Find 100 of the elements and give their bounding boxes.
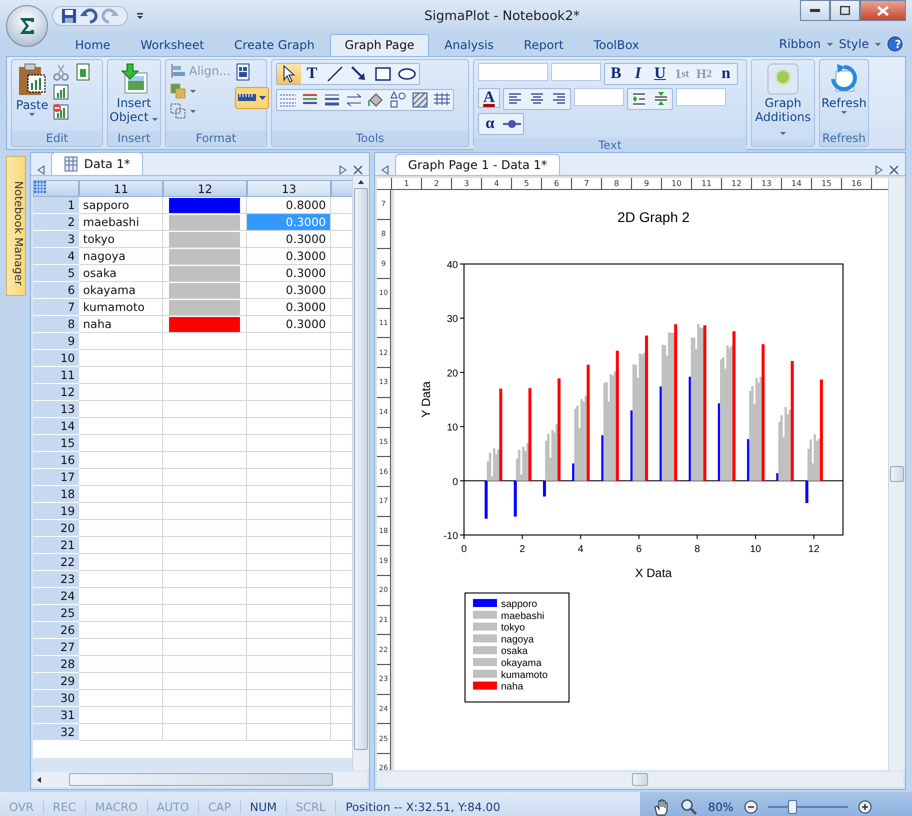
row-number[interactable]: 5 bbox=[33, 265, 79, 282]
line-spacing-icon[interactable] bbox=[631, 91, 647, 107]
row-number[interactable]: 22 bbox=[33, 554, 79, 571]
shapes-icon[interactable] bbox=[388, 90, 408, 110]
scroll-left-icon[interactable] bbox=[37, 165, 45, 175]
document-tab[interactable]: Data 1* bbox=[51, 152, 144, 175]
row-number[interactable]: 8 bbox=[33, 316, 79, 333]
row-number[interactable]: 20 bbox=[33, 520, 79, 537]
horizontal-scrollbar[interactable] bbox=[33, 772, 367, 787]
row-number[interactable]: 16 bbox=[33, 452, 79, 469]
row-number[interactable]: 21 bbox=[33, 537, 79, 554]
row-number[interactable]: 14 bbox=[33, 418, 79, 435]
row-number[interactable]: 18 bbox=[33, 486, 79, 503]
application-menu-button[interactable] bbox=[6, 5, 48, 47]
help-icon[interactable] bbox=[887, 36, 903, 52]
line-icon[interactable] bbox=[325, 64, 345, 84]
paste-button[interactable]: Paste bbox=[16, 63, 48, 116]
row-number[interactable]: 15 bbox=[33, 435, 79, 452]
row-number[interactable]: 29 bbox=[33, 673, 79, 690]
insert-object-button[interactable]: Insert Object bbox=[109, 63, 159, 124]
paragraph-spacing-icon[interactable] bbox=[653, 91, 669, 107]
row-number[interactable]: 1 bbox=[33, 197, 79, 214]
italic-button[interactable]: I bbox=[627, 64, 649, 84]
ungroup-icon[interactable] bbox=[170, 103, 196, 119]
zoom-icon[interactable] bbox=[680, 798, 698, 816]
font-size-field[interactable] bbox=[551, 63, 601, 81]
hatch-icon[interactable] bbox=[410, 90, 430, 110]
copy-page-icon[interactable] bbox=[74, 63, 92, 81]
select-all-icon[interactable] bbox=[34, 181, 46, 193]
row-number[interactable]: 19 bbox=[33, 503, 79, 520]
row-number[interactable]: 26 bbox=[33, 622, 79, 639]
row-number[interactable]: 11 bbox=[33, 367, 79, 384]
refresh-button[interactable]: Refresh bbox=[821, 63, 867, 114]
undo-icon[interactable] bbox=[80, 8, 98, 24]
ribbon-tab[interactable]: Report bbox=[508, 34, 579, 56]
font-name-field[interactable] bbox=[478, 63, 548, 81]
scroll-right-icon[interactable] bbox=[875, 165, 883, 175]
worksheet-icon[interactable] bbox=[64, 156, 78, 172]
row-number[interactable]: 23 bbox=[33, 571, 79, 588]
vertical-scrollbar[interactable] bbox=[888, 178, 905, 770]
page-layout-icon[interactable] bbox=[234, 63, 251, 81]
column-header[interactable]: 11 bbox=[79, 180, 163, 197]
text-tool-button[interactable]: T bbox=[301, 64, 323, 84]
copy-graph-icon[interactable] bbox=[52, 83, 70, 101]
bold-button[interactable]: B bbox=[605, 64, 627, 84]
ribbon-tab[interactable]: Graph Page bbox=[330, 34, 430, 56]
normal-text-button[interactable]: n bbox=[715, 64, 737, 84]
row-number[interactable]: 4 bbox=[33, 248, 79, 265]
row-number[interactable]: 9 bbox=[33, 333, 79, 350]
zoom-in-icon[interactable] bbox=[858, 800, 872, 814]
cut-icon[interactable] bbox=[52, 63, 70, 81]
ribbon-tab[interactable]: Create Graph bbox=[219, 34, 330, 56]
scroll-right-icon[interactable] bbox=[339, 165, 347, 175]
table-cell: 0.3000 bbox=[247, 316, 331, 333]
row-number[interactable]: 3 bbox=[33, 231, 79, 248]
row-number[interactable]: 28 bbox=[33, 656, 79, 673]
vertical-scrollbar[interactable] bbox=[352, 176, 369, 770]
row-number[interactable]: 12 bbox=[33, 384, 79, 401]
ribbon-tab[interactable]: Analysis bbox=[429, 34, 509, 56]
row-number[interactable]: 2 bbox=[33, 214, 79, 231]
column-header[interactable]: 13 bbox=[247, 180, 331, 197]
document-tab[interactable]: Graph Page 1 - Data 1* bbox=[395, 154, 560, 175]
customize-toolbar-icon[interactable] bbox=[136, 12, 144, 20]
ruler-number: 11 bbox=[692, 178, 722, 189]
alignment-field[interactable] bbox=[574, 88, 624, 106]
horizontal-scrollbar[interactable] bbox=[377, 772, 903, 787]
hand-icon[interactable] bbox=[652, 798, 670, 816]
underline-button[interactable]: U bbox=[649, 64, 671, 84]
minimize-icon[interactable] bbox=[810, 8, 820, 12]
ribbon-menu[interactable]: Ribbon bbox=[779, 37, 821, 51]
row-number[interactable]: 24 bbox=[33, 588, 79, 605]
close-icon[interactable] bbox=[889, 165, 899, 175]
help-button[interactable]: ? bbox=[890, 38, 906, 50]
group-objects-icon[interactable] bbox=[170, 83, 196, 99]
align-icon[interactable] bbox=[170, 63, 186, 79]
row-number[interactable]: 10 bbox=[33, 350, 79, 367]
row-number[interactable]: 7 bbox=[33, 299, 79, 316]
row-number[interactable]: 25 bbox=[33, 605, 79, 622]
row-number[interactable]: 13 bbox=[33, 401, 79, 418]
zoom-out-icon[interactable] bbox=[744, 800, 758, 814]
maximize-icon[interactable] bbox=[840, 6, 850, 15]
row-number[interactable]: 31 bbox=[33, 707, 79, 724]
ribbon-tab[interactable]: Worksheet bbox=[125, 34, 220, 56]
scroll-left-icon[interactable] bbox=[381, 165, 389, 175]
row-number[interactable]: 17 bbox=[33, 469, 79, 486]
spacing-field[interactable] bbox=[676, 88, 726, 106]
delete-graph-icon[interactable] bbox=[52, 103, 70, 121]
ribbon-tab[interactable]: Home bbox=[60, 34, 126, 56]
row-number[interactable]: 30 bbox=[33, 690, 79, 707]
row-number[interactable]: 27 bbox=[33, 639, 79, 656]
ribbon-tab[interactable]: ToolBox bbox=[578, 34, 654, 56]
ruler-dropdown-icon[interactable] bbox=[234, 87, 269, 109]
save-icon[interactable] bbox=[61, 8, 77, 24]
ribbon-menu[interactable]: Style bbox=[838, 37, 869, 51]
row-number[interactable]: 6 bbox=[33, 282, 79, 299]
column-header[interactable]: 12 bbox=[163, 180, 247, 197]
font-color-button[interactable]: A bbox=[478, 88, 500, 108]
close-icon[interactable] bbox=[353, 165, 363, 175]
row-number[interactable]: 32 bbox=[33, 724, 79, 741]
notebook-manager-tab[interactable]: Notebook Manager bbox=[6, 156, 26, 296]
